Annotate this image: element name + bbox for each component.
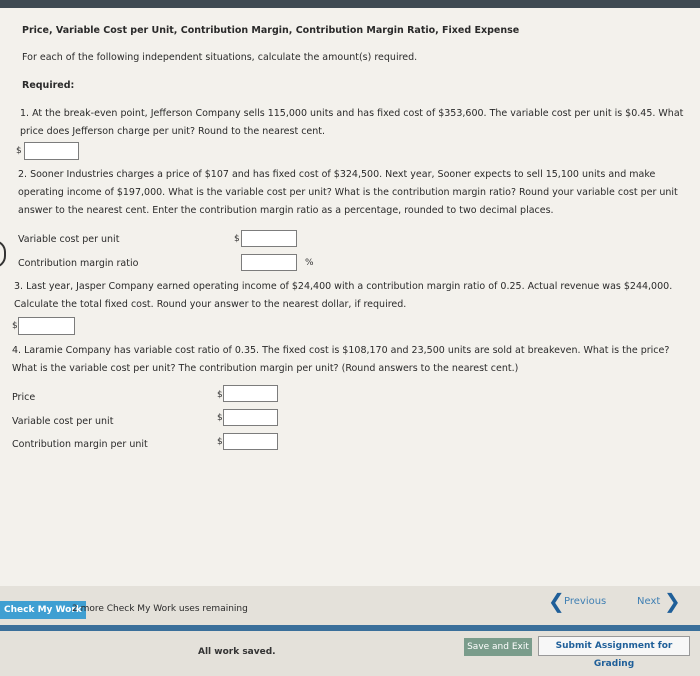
q1-text: 1. At the break-even point, Jefferson Co… (20, 108, 684, 137)
q2-cm-ratio-label: Contribution margin ratio (18, 258, 139, 269)
q3-currency: $ (12, 321, 18, 331)
next-button[interactable]: Next (637, 592, 660, 612)
q1-price-input[interactable] (24, 142, 79, 160)
q2-variable-label: Variable cost per unit (18, 234, 120, 245)
q4-price-input[interactable] (223, 385, 278, 402)
progress-bar (0, 625, 700, 631)
q2-cm-ratio-input[interactable] (241, 254, 297, 271)
q4-price-currency: $ (217, 390, 223, 400)
q2-variable-currency: $ (234, 234, 240, 244)
top-bar (0, 0, 700, 8)
page-title: Price, Variable Cost per Unit, Contribut… (22, 25, 520, 36)
q1-currency: $ (16, 146, 22, 156)
q2-text: 2. Sooner Industries charges a price of … (18, 169, 678, 216)
previous-button[interactable]: Previous (564, 592, 606, 612)
q3-text: 3. Last year, Jasper Company earned oper… (14, 281, 673, 310)
q4-variable-label: Variable cost per unit (12, 416, 114, 427)
save-status: All work saved. (198, 647, 276, 657)
q4-price-label: Price (12, 392, 36, 403)
q4-cm-currency: $ (217, 437, 223, 447)
chevron-right-icon[interactable]: ❯ (664, 588, 681, 614)
q4-cm-per-unit-input[interactable] (223, 433, 278, 450)
required-label: Required: (22, 80, 75, 91)
intro-text: For each of the following independent si… (22, 52, 418, 63)
check-remaining-text: 2 more Check My Work uses remaining (72, 604, 248, 614)
save-and-exit-button[interactable]: Save and Exit (464, 638, 532, 656)
q2-variable-cost-input[interactable] (241, 230, 297, 247)
q3-fixed-cost-input[interactable] (18, 317, 75, 335)
chevron-left-icon[interactable]: ❮ (548, 588, 565, 614)
q2-percent-sign: % (305, 258, 314, 268)
q4-variable-currency: $ (217, 413, 223, 423)
q4-variable-cost-input[interactable] (223, 409, 278, 426)
q4-text: 4. Laramie Company has variable cost rat… (12, 345, 670, 374)
submit-assignment-button[interactable]: Submit Assignment for Grading (538, 636, 690, 669)
q4-cm-label: Contribution margin per unit (12, 439, 148, 450)
